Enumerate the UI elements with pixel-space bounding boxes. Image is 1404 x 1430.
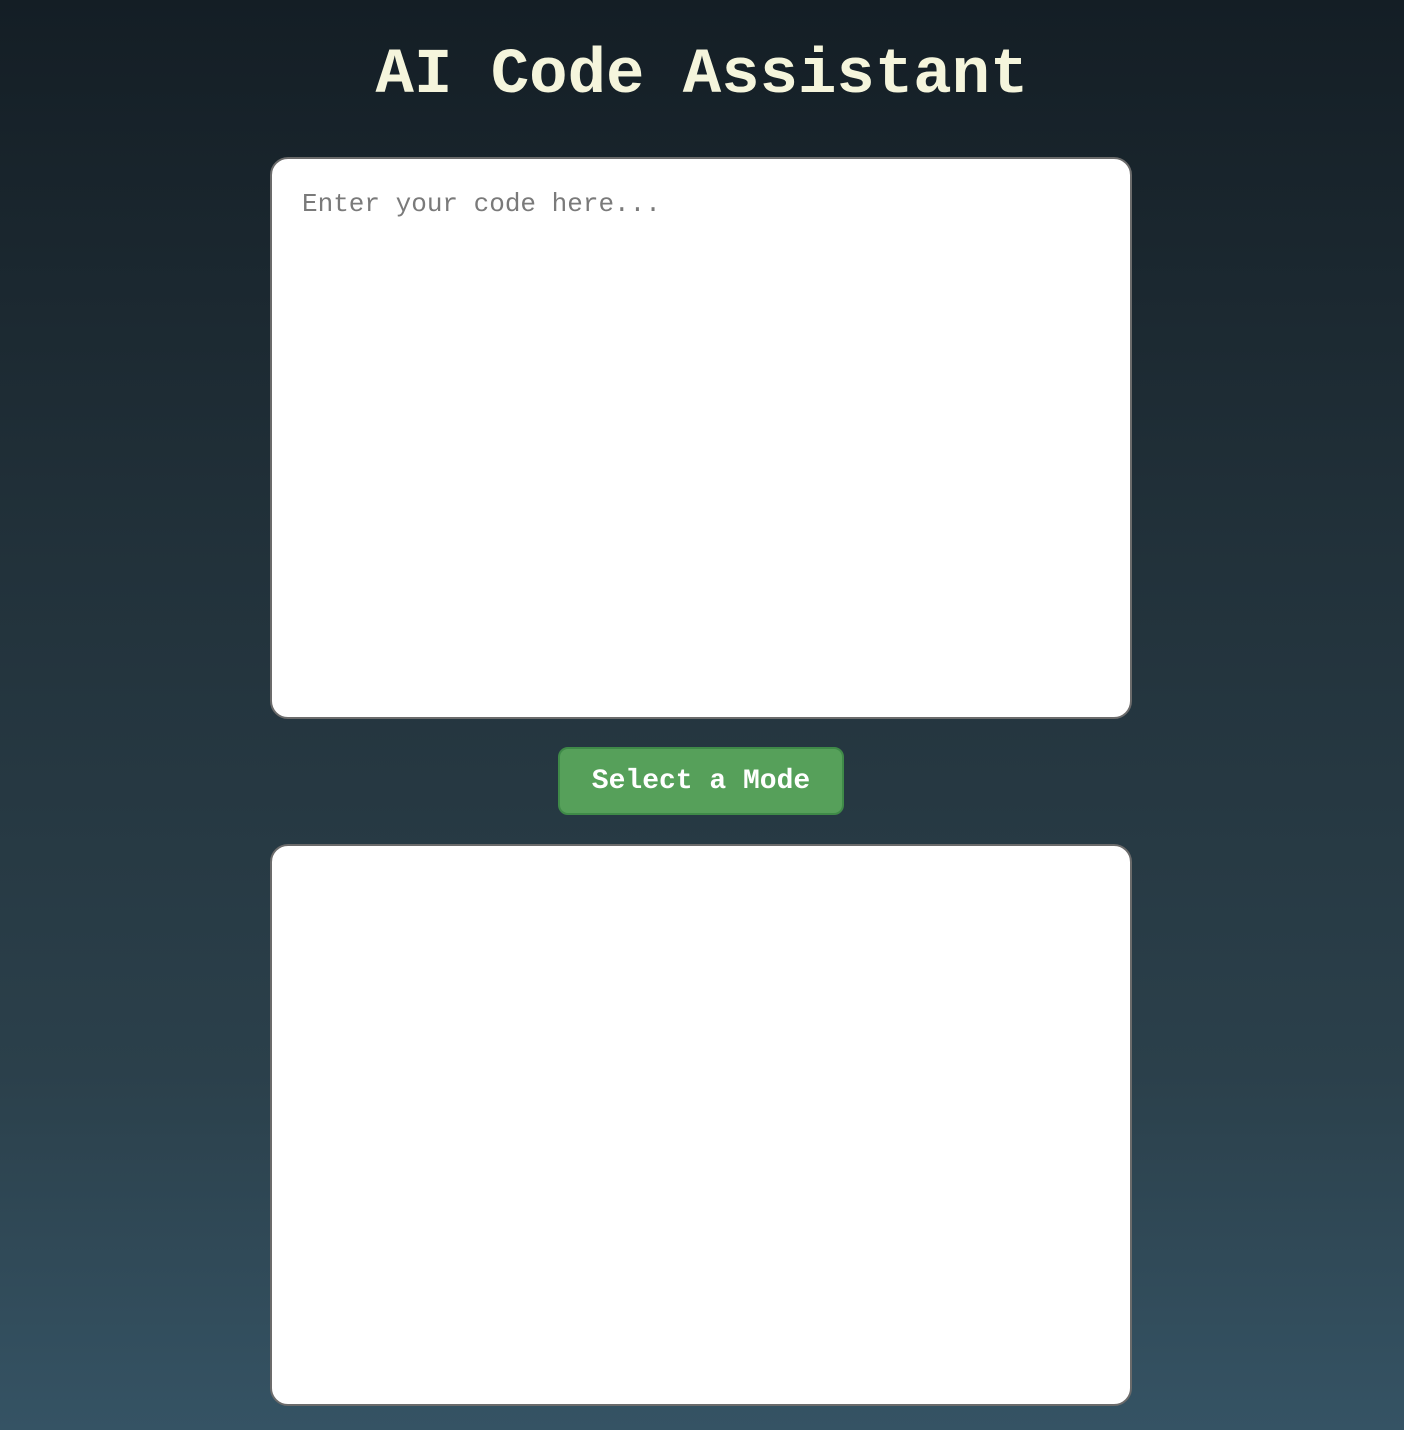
page-title: AI Code Assistant: [375, 40, 1029, 112]
select-mode-button[interactable]: Select a Mode: [558, 747, 844, 815]
code-input[interactable]: [270, 157, 1132, 719]
output-panel: [270, 844, 1132, 1406]
